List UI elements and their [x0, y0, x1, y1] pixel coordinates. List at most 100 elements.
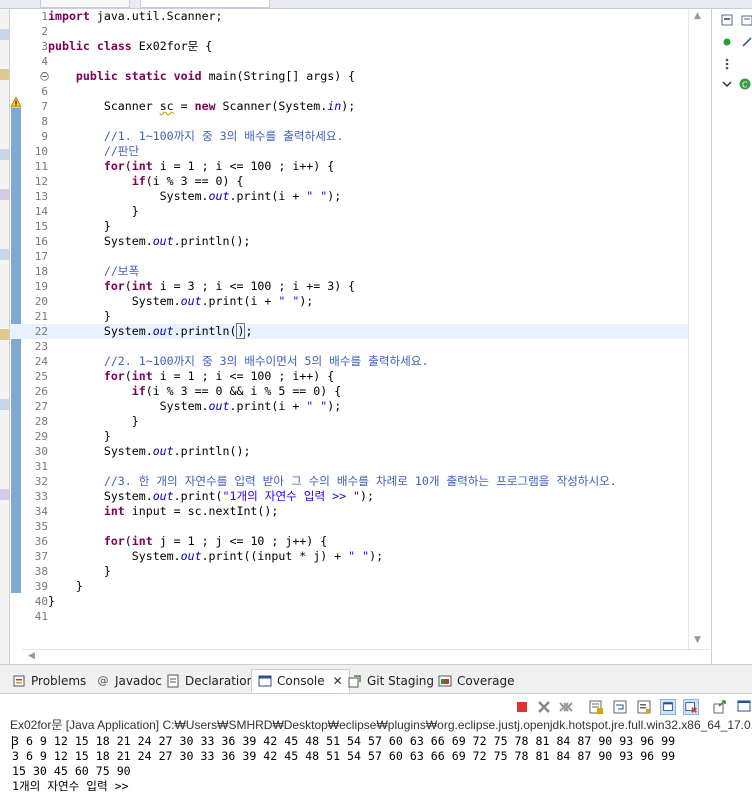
horizontal-scrollbar[interactable]: ◀	[22, 649, 710, 664]
line-number: 20	[34, 295, 48, 308]
outline-pane: C	[711, 9, 752, 664]
code-line[interactable]: 7 Scanner sc = new Scanner(System.in);	[10, 99, 700, 114]
show-console-icon[interactable]	[636, 699, 652, 715]
line-number: 26	[34, 385, 48, 398]
code-line[interactable]: 19 for(int i = 3 ; i <= 100 ; i += 3) {	[10, 279, 700, 294]
code-text: public static void main(String[] args) {	[75, 69, 356, 83]
tab-label: Console	[277, 674, 325, 688]
pin-console-icon[interactable]	[660, 699, 676, 715]
scroll-up-icon[interactable]: ▲	[694, 11, 701, 21]
tab-git-staging[interactable]: Git Staging	[348, 669, 434, 693]
terminate-icon[interactable]	[514, 699, 530, 715]
code-line[interactable]: 25 for(int i = 1 ; i <= 100 ; i++) {	[10, 369, 700, 384]
code-line[interactable]: 37 System.out.print((input * j) + " ");	[10, 549, 700, 564]
code-line[interactable]: 38 }	[10, 564, 700, 579]
more-icon[interactable]	[720, 57, 734, 71]
code-line[interactable]: 12 if(i % 3 == 0) {	[10, 174, 700, 189]
code-line[interactable]: 36 for(int j = 1 ; j <= 10 ; j++) {	[10, 534, 700, 549]
line-number: 33	[34, 490, 48, 503]
code-line[interactable]: 8	[10, 114, 700, 129]
line-number: 36	[34, 535, 48, 548]
code-line[interactable]: 32 //3. 한 개의 자연수를 입력 받아 그 수의 배수를 차례로 10개…	[10, 474, 700, 489]
open-console-icon[interactable]	[712, 699, 728, 715]
code-line[interactable]: 18 //보폭	[10, 264, 700, 279]
code-line[interactable]: 16 System.out.println();	[10, 234, 700, 249]
code-line[interactable]: 27 System.out.print(i + " ");	[10, 399, 700, 414]
console-line: 3 6 9 12 15 18 21 24 27 30 33 36 39 42 4…	[12, 734, 676, 748]
code-line[interactable]: 11 for(int i = 1 ; i <= 100 ; i++) {	[10, 159, 700, 174]
code-line[interactable]: 28 }	[10, 414, 700, 429]
code-text: System.out.println();	[48, 234, 251, 248]
word-wrap-icon[interactable]	[612, 699, 628, 715]
code-line[interactable]: 39 }	[10, 579, 700, 594]
code-line[interactable]: 15 }	[10, 219, 700, 234]
code-line[interactable]: 30 System.out.println();	[10, 444, 700, 459]
code-text: }	[48, 594, 55, 608]
code-line[interactable]: 9 //1. 1~100까지 중 3의 배수를 출력하세요.	[10, 129, 700, 144]
view-tabs: Problems @ Javadoc Declaration Console ✕…	[0, 665, 752, 694]
remove-launch-icon[interactable]	[536, 699, 552, 715]
tab-declaration[interactable]: Declaration	[166, 669, 254, 693]
editor-tab[interactable]	[40, 0, 130, 8]
code-line[interactable]: 21 }	[10, 309, 700, 324]
code-line[interactable]: 24 //2. 1~100까지 중 3의 배수이면서 5의 배수를 출력하세요.	[10, 354, 700, 369]
field-icon	[723, 38, 731, 46]
declaration-icon	[167, 674, 179, 688]
code-line[interactable]: 35	[10, 519, 700, 534]
scroll-down-icon[interactable]: ▼	[694, 635, 701, 645]
line-number: 32	[34, 475, 48, 488]
tab-console[interactable]: Console ✕	[251, 669, 350, 693]
console-output[interactable]: 3 6 9 12 15 18 21 24 27 30 33 36 39 42 4…	[12, 734, 752, 794]
scroll-left-icon[interactable]: ◀	[28, 651, 35, 661]
vertical-scrollbar[interactable]: ▲ ▼	[688, 9, 710, 649]
code-line[interactable]: 10 //판단	[10, 144, 700, 159]
link-icon[interactable]	[740, 35, 752, 49]
code-line[interactable]: 29 }	[10, 429, 700, 444]
tab-coverage[interactable]: Coverage	[438, 669, 515, 693]
tab-problems[interactable]: Problems	[12, 669, 86, 693]
scroll-lock-icon[interactable]	[588, 699, 604, 715]
code-line[interactable]: 17	[10, 249, 700, 264]
code-line[interactable]: 26 if(i % 3 == 0 && i % 5 == 0) {	[10, 384, 700, 399]
code-line[interactable]: 20 System.out.print(i + " ");	[10, 294, 700, 309]
code-line[interactable]: 13 System.out.print(i + " ");	[10, 189, 700, 204]
new-console-icon[interactable]	[736, 699, 752, 715]
code-line[interactable]: 22 System.out.println();	[10, 323, 700, 339]
code-line[interactable]: 5 public static void main(String[] args)…	[10, 69, 700, 84]
code-text: //1. 1~100까지 중 3의 배수를 출력하세요.	[103, 129, 344, 143]
line-number: 8	[41, 115, 48, 128]
code-line[interactable]: 3 public class Ex02for문 {	[10, 39, 700, 54]
code-line[interactable]: 1 import java.util.Scanner;	[10, 9, 700, 24]
class-icon[interactable]: C	[738, 77, 752, 91]
outline-icon[interactable]	[740, 13, 752, 27]
line-number: 18	[34, 265, 48, 278]
code-line[interactable]: 31	[10, 459, 700, 474]
code-text: }	[48, 579, 83, 593]
code-line[interactable]: 23	[10, 339, 700, 354]
code-area[interactable]: 1 import java.util.Scanner; 2 3 public class…	[10, 9, 700, 649]
minimize-icon[interactable]	[720, 13, 734, 27]
code-line[interactable]: 33 System.out.print("1개의 자연수 입력 >> ");	[10, 489, 700, 504]
code-line[interactable]: 2	[10, 24, 700, 39]
line-number: 10	[34, 145, 48, 158]
code-text: }	[48, 219, 111, 233]
editor-tab-active[interactable]	[140, 0, 270, 8]
tab-javadoc[interactable]: @ Javadoc	[96, 669, 162, 693]
line-number: 11	[34, 160, 48, 173]
line-number: 27	[34, 400, 48, 413]
remove-all-icon[interactable]	[558, 699, 574, 715]
line-number: 9	[41, 130, 48, 143]
code-line[interactable]: 6	[10, 84, 700, 99]
display-selected-icon[interactable]	[683, 699, 699, 715]
line-number: 3	[41, 40, 48, 53]
line-number: 40	[34, 595, 48, 608]
code-text: }	[48, 564, 111, 578]
code-line[interactable]: 14 }	[10, 204, 700, 219]
code-line[interactable]: 40}	[10, 594, 700, 609]
close-icon[interactable]: ✕	[333, 670, 343, 692]
chevron-down-icon[interactable]	[720, 77, 734, 91]
code-line[interactable]: 41	[10, 609, 700, 624]
java-editor[interactable]: 1 import java.util.Scanner; 2 3 public class…	[10, 9, 710, 664]
code-line[interactable]: 4	[10, 54, 700, 69]
code-line[interactable]: 34 int input = sc.nextInt();	[10, 504, 700, 519]
